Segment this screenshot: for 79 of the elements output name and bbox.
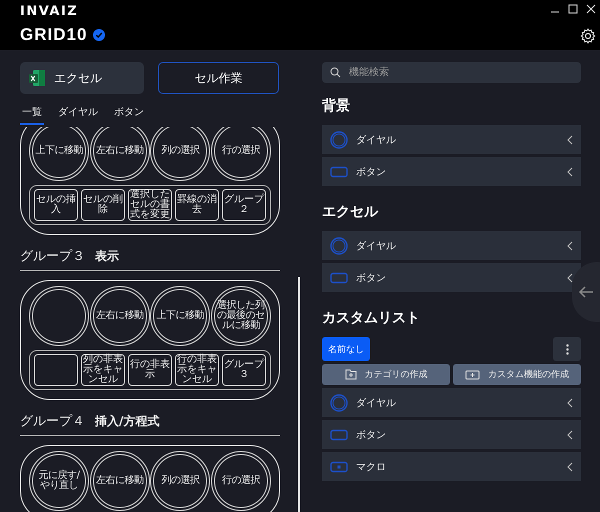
circle-icon <box>330 130 348 148</box>
chevron-left-icon[interactable] <box>567 240 573 250</box>
dial[interactable]: 元に戻す/やり直し <box>29 451 89 511</box>
key[interactable]: 行の非表示 <box>128 354 172 386</box>
brand-logo: INVAIZ <box>20 4 78 19</box>
list-item[interactable]: ダイヤル <box>322 125 581 154</box>
dial[interactable] <box>29 286 89 346</box>
create-button[interactable]: カスタム機能の作成 <box>453 364 581 385</box>
chevron-left-icon[interactable] <box>567 462 573 472</box>
search-field[interactable]: 機能検索 <box>322 62 581 83</box>
circle-icon <box>330 394 348 412</box>
section-title: エクセル <box>322 203 380 221</box>
dial[interactable]: 左右に移動 <box>90 451 150 511</box>
key[interactable]: セルの挿入 <box>34 189 78 221</box>
tab[interactable]: ボタン <box>112 102 146 125</box>
close-icon[interactable] <box>586 4 596 14</box>
dial[interactable]: 行の選択 <box>210 127 271 181</box>
dial[interactable]: 左右に移動 <box>90 286 150 346</box>
item-label: ボタン <box>356 166 387 178</box>
item-label: ボタン <box>356 428 387 442</box>
tab[interactable]: 一覧 <box>20 102 44 125</box>
key[interactable] <box>34 354 78 386</box>
key[interactable]: セルの削除 <box>81 189 125 221</box>
maximize-icon[interactable] <box>568 4 578 14</box>
product-logo: GRID10 <box>20 25 88 45</box>
create-button[interactable]: カテゴリの作成 <box>322 364 450 385</box>
key[interactable]: 選択したセルの書式を変更 <box>128 189 172 221</box>
key[interactable]: 罫線の消去 <box>175 189 219 221</box>
list-item[interactable]: ボタン <box>322 157 581 186</box>
chevron-left-icon[interactable] <box>567 398 573 408</box>
list-item[interactable]: ダイヤル <box>322 388 581 417</box>
item-label: ボタン <box>356 272 387 284</box>
list-item[interactable]: ボタン <box>322 420 581 449</box>
section-title: 背景 <box>322 97 351 115</box>
dial[interactable]: 列の選択 <box>150 451 210 511</box>
rectangle-icon <box>330 272 348 284</box>
more-button[interactable] <box>553 337 581 361</box>
circle-icon <box>330 236 348 254</box>
preset-selector[interactable]: セル作業 <box>158 62 279 94</box>
dial[interactable]: 上下に移動 <box>29 127 89 181</box>
dial[interactable]: 列の選択 <box>150 127 210 181</box>
item-label: マクロ <box>356 460 387 474</box>
list-item[interactable]: ダイヤル <box>322 231 581 260</box>
group-subtitle: 挿入/方程式 <box>95 413 160 430</box>
spreadsheet-icon <box>28 69 46 87</box>
settings-icon[interactable] <box>580 28 596 44</box>
item-label: ダイヤル <box>356 134 397 146</box>
chevron-left-icon[interactable] <box>567 430 573 440</box>
chevron-left-icon[interactable] <box>567 166 573 176</box>
dial[interactable]: 選択した列の最後のセルに移動 <box>210 286 271 346</box>
rectangle-icon <box>330 428 348 440</box>
rectangle-icon <box>330 166 348 178</box>
list-item[interactable]: マクロ <box>322 452 581 481</box>
search-input[interactable]: 機能検索 <box>347 66 573 79</box>
section-title: カスタムリスト <box>322 309 421 327</box>
group-subtitle: 表示 <box>95 248 119 265</box>
group-name: グループ３ <box>20 248 85 265</box>
chevron-left-icon[interactable] <box>567 134 573 144</box>
macro-icon <box>330 460 348 472</box>
search-icon <box>330 67 341 78</box>
list-chip[interactable]: 名前なし <box>322 337 370 361</box>
key[interactable]: 行の非表示をキャンセル <box>175 354 219 386</box>
folder-plus-icon <box>344 369 356 380</box>
item-label: ダイヤル <box>356 396 397 410</box>
plus-box-icon <box>465 370 480 380</box>
arrow-left-icon <box>578 286 594 298</box>
dial[interactable]: 上下に移動 <box>150 286 210 346</box>
dial[interactable]: 行の選択 <box>210 451 271 511</box>
dial[interactable]: 左右に移動 <box>90 127 150 181</box>
key[interactable]: グループ３ <box>222 354 266 386</box>
group-name: グループ４ <box>20 413 85 430</box>
app-selector[interactable]: エクセル <box>20 62 144 94</box>
more-icon <box>566 344 568 354</box>
list-item[interactable]: ボタン <box>322 263 581 292</box>
key[interactable]: 列の非表示をキャンセル <box>81 354 125 386</box>
key[interactable]: グループ２ <box>222 189 266 221</box>
item-label: ダイヤル <box>356 240 397 252</box>
tab[interactable]: ダイヤル <box>56 102 100 125</box>
chevron-left-icon[interactable] <box>567 272 573 282</box>
